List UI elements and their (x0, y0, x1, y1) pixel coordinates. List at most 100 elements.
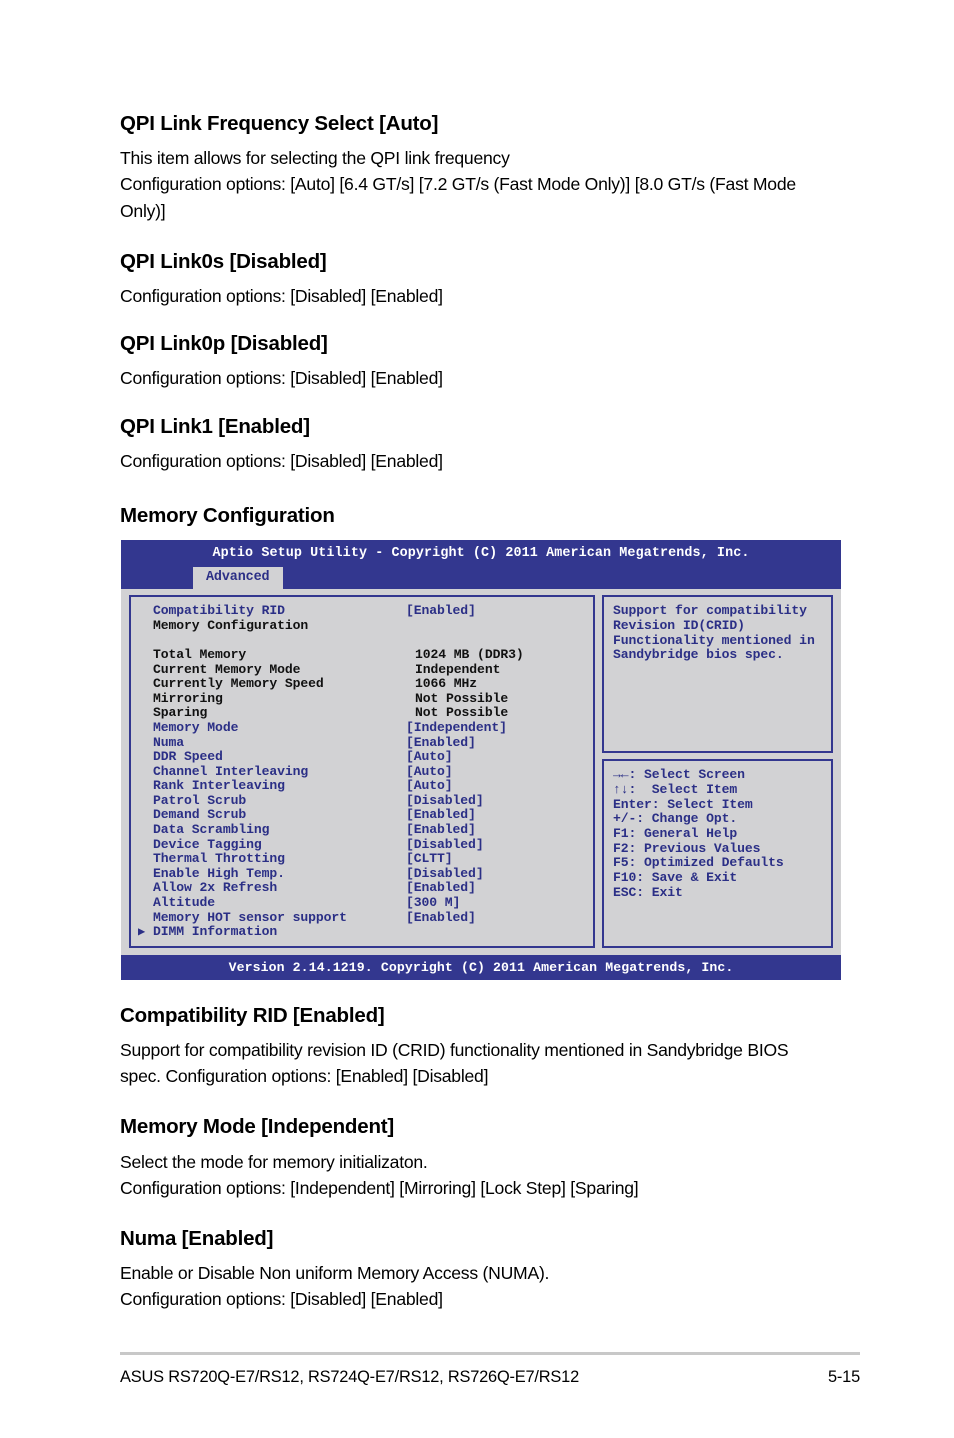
footer-model-names: ASUS RS720Q-E7/RS12, RS724Q-E7/RS12, RS7… (120, 1368, 579, 1386)
bios-key-line: F2: Previous Values (613, 840, 761, 856)
bios-row-label: Memory Configuration (153, 617, 309, 633)
bios-key-line: F5: Optimized Defaults (613, 855, 784, 871)
bios-tab-row: Advanced (121, 567, 841, 590)
bios-row[interactable]: Numa [Enabled] (131, 734, 593, 751)
section-heading: QPI Link0s [Disabled] (120, 249, 327, 273)
section-line: Configuration options: [Disabled] [Enabl… (120, 368, 443, 389)
bios-row-label: DIMM Information (153, 924, 278, 940)
doc-section-compatibility-rid: Compatibility RID [Enabled] Support for … (120, 1004, 860, 1090)
bios-row-label: Memory HOT sensor support (153, 909, 347, 925)
bios-row[interactable]: Enable High Temp. [Disabled] (131, 865, 593, 882)
section-line: Configuration options: [Auto] [6.4 GT/s]… (120, 174, 796, 221)
section-line: Support for compatibility revision ID (C… (120, 1040, 789, 1087)
section-heading: QPI Link1 [Enabled] (120, 414, 310, 438)
bios-row-spacer (131, 633, 593, 648)
bios-row[interactable]: Channel Interleaving [Auto] (131, 763, 593, 780)
bios-row: Total Memory 1024 MB (DDR3) (131, 646, 593, 663)
bios-row-label: Patrol Scrub (153, 792, 247, 808)
bios-row-label: Sparing (153, 705, 208, 721)
bios-row-label: Demand Scrub (153, 807, 247, 823)
bios-key-line: F1: General Help (613, 825, 738, 841)
bios-row-value: 1024 MB (DDR3) (415, 646, 524, 662)
bios-setup-screenshot: Aptio Setup Utility - Copyright (C) 2011… (121, 540, 841, 980)
bios-row-label: Allow 2x Refresh (153, 880, 278, 896)
section-line: Configuration options: [Disabled] [Enabl… (120, 285, 443, 306)
bios-row-value: [CLTT] (406, 851, 453, 867)
bios-submenu-row[interactable]: ▶ DIMM Information (131, 925, 593, 940)
footer-page-number: 5-15 (827, 1368, 860, 1386)
section-line: Configuration options: [Disabled] [Enabl… (120, 1289, 443, 1310)
bios-body: Compatibility RID [Enabled] Memory Configu… (121, 589, 841, 955)
doc-section-qpi-link-frequency: QPI Link Frequency Select [Auto] This it… (120, 112, 860, 224)
bios-row[interactable]: Thermal Throtting [CLTT] (131, 852, 593, 867)
bios-footer-bar: Version 2.14.1219. Copyright (C) 2011 Am… (121, 954, 841, 980)
section-heading: Compatibility RID [Enabled] (120, 1003, 385, 1027)
section-line: This item allows for selecting the QPI l… (120, 148, 510, 169)
bios-row[interactable]: Patrol Scrub [Disabled] (131, 792, 593, 809)
bios-row[interactable]: Memory HOT sensor support [Enabled] (131, 909, 593, 926)
bios-row-label: Numa (153, 734, 185, 750)
footer-divider (120, 1352, 860, 1355)
section-heading: QPI Link Frequency Select [Auto] (120, 112, 439, 135)
bios-help-line: Sandybridge bios spec. (613, 647, 784, 663)
bios-key-legend-panel: →←: Select Screen ↑↓: Select Item Enter: S… (602, 759, 833, 948)
doc-section-qpi-link0p: QPI Link0p [Disabled] Configuration opti… (120, 332, 860, 391)
bios-row[interactable]: Altitude [300 M] (131, 895, 593, 911)
bios-row[interactable]: Device Tagging [Disabled] (131, 836, 593, 853)
bios-row-label: Device Tagging (153, 836, 262, 852)
section-heading: Memory Mode [Independent] (120, 1115, 395, 1139)
bios-row-value: Independent (415, 661, 501, 677)
bios-row[interactable]: Memory Mode [Independent] (131, 719, 593, 736)
bios-row: Sparing Not Possible (131, 706, 593, 721)
section-line: Configuration options: [Disabled] [Enabl… (120, 450, 443, 471)
bios-side-panels: Support for compatibility Revision ID(CRI… (602, 595, 833, 948)
bios-row-label: Mirroring (153, 690, 223, 706)
bios-row-label: Compatibility RID (153, 603, 285, 619)
memory-configuration-heading: Memory Configuration (120, 503, 335, 527)
bios-row-value: [Disabled] (406, 836, 484, 852)
tab-advanced[interactable]: Advanced (193, 567, 283, 590)
bios-key-line: F10: Save & Exit (613, 870, 738, 886)
bios-row-value: [Auto] (406, 749, 453, 765)
bios-row-label: Currently Memory Speed (153, 676, 324, 692)
section-line: Configuration options: [Independent] [Mi… (120, 1177, 639, 1198)
bios-row-value: [Enabled] (406, 603, 476, 619)
doc-section-qpi-link0s: QPI Link0s [Disabled] Configuration opti… (120, 250, 860, 309)
bios-row[interactable]: Demand Scrub [Enabled] (131, 808, 593, 823)
bios-row[interactable]: Compatibility RID [Enabled] (131, 604, 593, 619)
bios-row[interactable]: Rank Interleaving [Auto] (131, 779, 593, 794)
bios-row-value: [Disabled] (406, 792, 484, 808)
bios-key-line: ↑↓: Select Item (613, 781, 738, 797)
bios-key-line: →←: Select Screen (613, 767, 745, 783)
bios-row: Currently Memory Speed 1066 MHz (131, 677, 593, 692)
section-line: Enable or Disable Non uniform Memory Acc… (120, 1263, 550, 1284)
section-heading: Numa [Enabled] (120, 1227, 274, 1250)
bios-row[interactable]: Data Scrambling [Enabled] (131, 822, 593, 838)
bios-row: Memory Configuration (131, 617, 593, 634)
bios-row-label: Data Scrambling (153, 822, 270, 838)
bios-row-value: Not Possible (415, 705, 509, 721)
bios-row-value: [Enabled] (406, 822, 476, 838)
bios-row[interactable]: DDR Speed [Auto] (131, 749, 593, 765)
bios-help-line: Support for compatibility (613, 603, 807, 619)
bios-row-value: [Disabled] (406, 865, 484, 881)
bios-row-value: [Enabled] (406, 807, 476, 823)
section-line: Select the mode for memory initializaton… (120, 1151, 428, 1172)
bios-row-label: Enable High Temp. (153, 865, 285, 881)
bios-row: Current Memory Mode Independent (131, 661, 593, 678)
bios-row-label: Altitude (153, 895, 216, 911)
bios-row-label: Rank Interleaving (153, 778, 285, 794)
bios-row-label: Channel Interleaving (153, 763, 309, 779)
bios-row-value: [Auto] (406, 778, 453, 794)
bios-row-value: [Auto] (406, 763, 453, 779)
submenu-arrow-icon: ▶ (138, 925, 146, 940)
bios-row-label: Current Memory Mode (153, 661, 301, 677)
bios-row-label: Total Memory (153, 646, 247, 662)
bios-row[interactable]: Allow 2x Refresh [Enabled] (131, 881, 593, 896)
doc-section-memory-mode: Memory Mode [Independent] Select the mod… (120, 1115, 860, 1201)
bios-settings-list: Compatibility RID [Enabled] Memory Configu… (129, 595, 595, 948)
doc-section-qpi-link1: QPI Link1 [Enabled] Configuration option… (120, 415, 860, 474)
bios-row-value: 1066 MHz (415, 676, 478, 692)
bios-row-label: Memory Mode (153, 719, 239, 735)
doc-section-numa: Numa [Enabled] Enable or Disable Non uni… (120, 1227, 860, 1313)
